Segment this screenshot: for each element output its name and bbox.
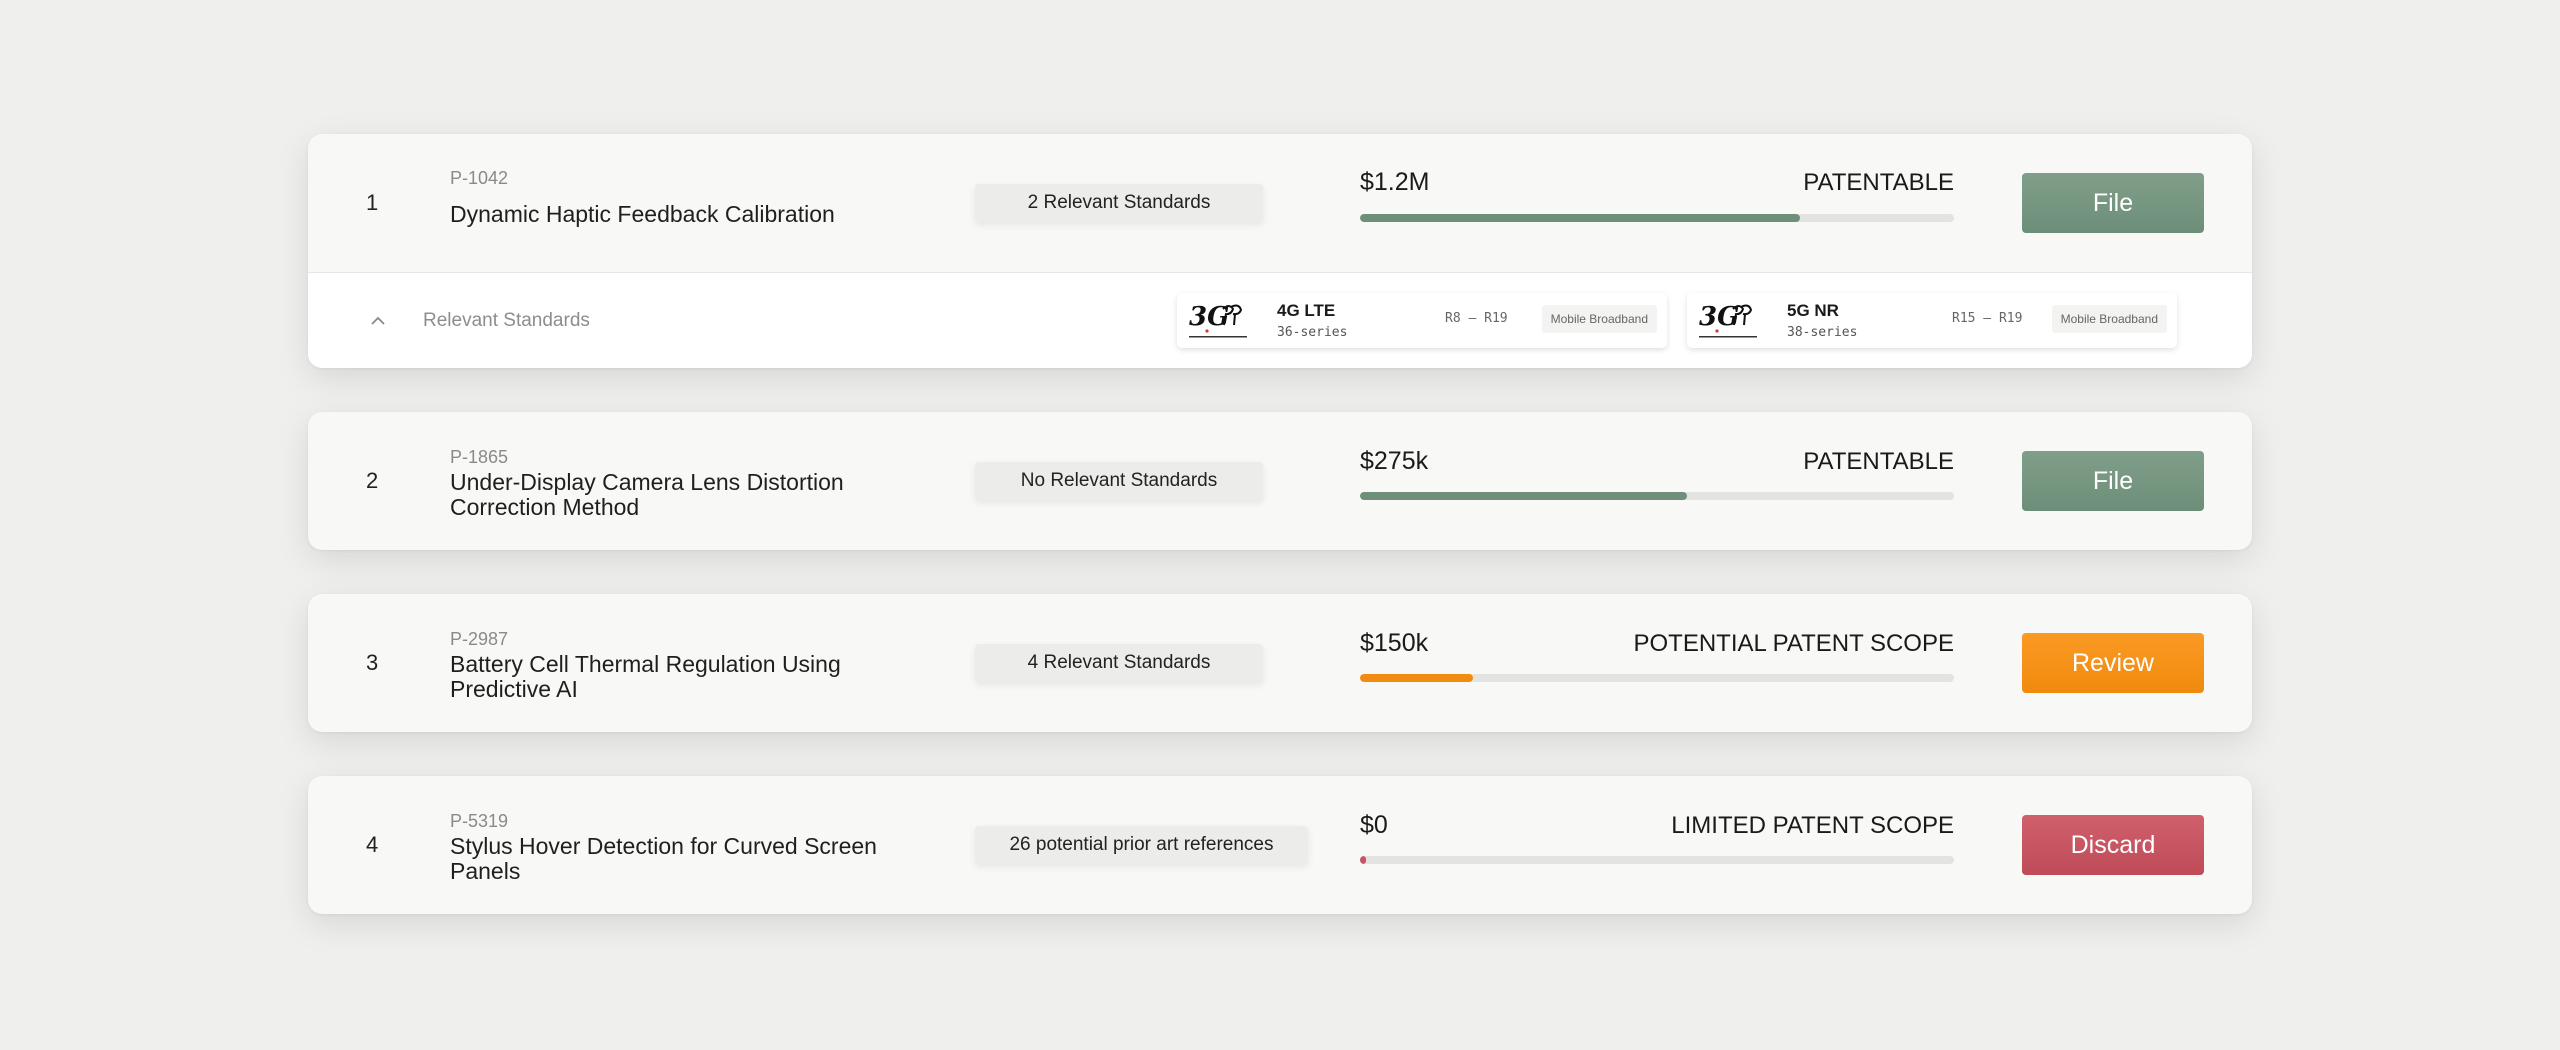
patent-title: Battery Cell Thermal Regulation Using Pr… (450, 651, 841, 702)
patentability-verdict: PATENTABLE (1803, 169, 1954, 196)
progress-track (1360, 492, 1954, 500)
standard-name: 4G LTE (1277, 301, 1336, 320)
standard-name: 5G NR (1787, 301, 1839, 320)
standard-release-range: R8 – R19 (1445, 311, 1508, 326)
estimated-value: $0 (1360, 811, 1388, 839)
progress-fill (1360, 492, 1687, 500)
rank-number: 3 (366, 650, 379, 675)
prior-art-badge[interactable]: 26 potential prior art references (975, 826, 1308, 864)
estimated-value: $150k (1360, 629, 1429, 657)
patent-card-3: 3 P-2987 Battery Cell Thermal Regulation… (308, 594, 2252, 732)
standard-series: 36-series (1277, 325, 1348, 340)
patent-row[interactable]: 1 P-1042 Dynamic Haptic Feedback Calibra… (308, 134, 2252, 272)
patent-card-4: 4 P-5319 Stylus Hover Detection for Curv… (308, 776, 2252, 914)
file-button[interactable]: File (2022, 173, 2204, 233)
standards-badge[interactable]: 2 Relevant Standards (975, 184, 1263, 222)
standards-badge[interactable]: No Relevant Standards (975, 462, 1263, 500)
patent-card-1: 1 P-1042 Dynamic Haptic Feedback Calibra… (308, 134, 2252, 368)
3gpp-logo: 3G (1187, 299, 1249, 341)
progress-track (1360, 674, 1954, 682)
patent-id: P-5319 (450, 811, 509, 831)
rank-number: 1 (366, 190, 379, 215)
patentability-verdict: POTENTIAL PATENT SCOPE (1633, 630, 1954, 657)
progress-fill (1360, 214, 1800, 222)
patent-id: P-2987 (450, 629, 509, 649)
patent-title: Stylus Hover Detection for Curved Screen… (450, 833, 877, 884)
standard-category-tag: Mobile Broadband (2051, 305, 2167, 333)
standard-card-4g-lte[interactable]: 3G 4G LTE 36-series R8 – R19 Mobile Broa… (1177, 293, 1667, 348)
svg-text:3G: 3G (1189, 302, 1229, 332)
progress-track (1360, 214, 1954, 222)
chevron-up-icon[interactable] (368, 311, 388, 331)
rank-number: 4 (366, 832, 379, 857)
file-button[interactable]: File (2022, 451, 2204, 511)
review-button[interactable]: Review (2022, 633, 2204, 693)
patent-title: Dynamic Haptic Feedback Calibration (450, 201, 835, 227)
patent-row[interactable]: 3 P-2987 Battery Cell Thermal Regulation… (308, 594, 2252, 732)
patent-card-2: 2 P-1865 Under-Display Camera Lens Disto… (308, 412, 2252, 550)
patent-id: P-1865 (450, 447, 509, 467)
estimated-value: $1.2M (1360, 168, 1430, 196)
patent-list: 1 P-1042 Dynamic Haptic Feedback Calibra… (308, 134, 2252, 958)
svg-text:3G: 3G (1699, 302, 1739, 332)
patent-id: P-1042 (450, 168, 509, 188)
patent-title: Under-Display Camera Lens Distortion Cor… (450, 469, 844, 520)
progress-track (1360, 856, 1954, 864)
standard-series: 38-series (1787, 325, 1858, 340)
progress-fill (1360, 674, 1473, 682)
relevant-standards-panel: Relevant Standards 3G 4G LTE 36-series R… (308, 272, 2252, 368)
3gpp-logo: 3G (1697, 299, 1759, 341)
standard-card-5g-nr[interactable]: 3G 5G NR 38-series R15 – R19 Mobile Broa… (1687, 293, 2177, 348)
patent-row[interactable]: 2 P-1865 Under-Display Camera Lens Disto… (308, 412, 2252, 550)
patentability-verdict: LIMITED PATENT SCOPE (1671, 812, 1954, 839)
progress-fill (1360, 856, 1366, 864)
standard-release-range: R15 – R19 (1952, 311, 2023, 326)
rank-number: 2 (366, 468, 379, 493)
estimated-value: $275k (1360, 447, 1429, 475)
patent-row[interactable]: 4 P-5319 Stylus Hover Detection for Curv… (308, 776, 2252, 914)
discard-button[interactable]: Discard (2022, 815, 2204, 875)
patentability-verdict: PATENTABLE (1803, 448, 1954, 475)
relevant-standards-label: Relevant Standards (423, 309, 590, 331)
standards-badge[interactable]: 4 Relevant Standards (975, 644, 1263, 682)
standard-category-tag: Mobile Broadband (1541, 305, 1657, 333)
